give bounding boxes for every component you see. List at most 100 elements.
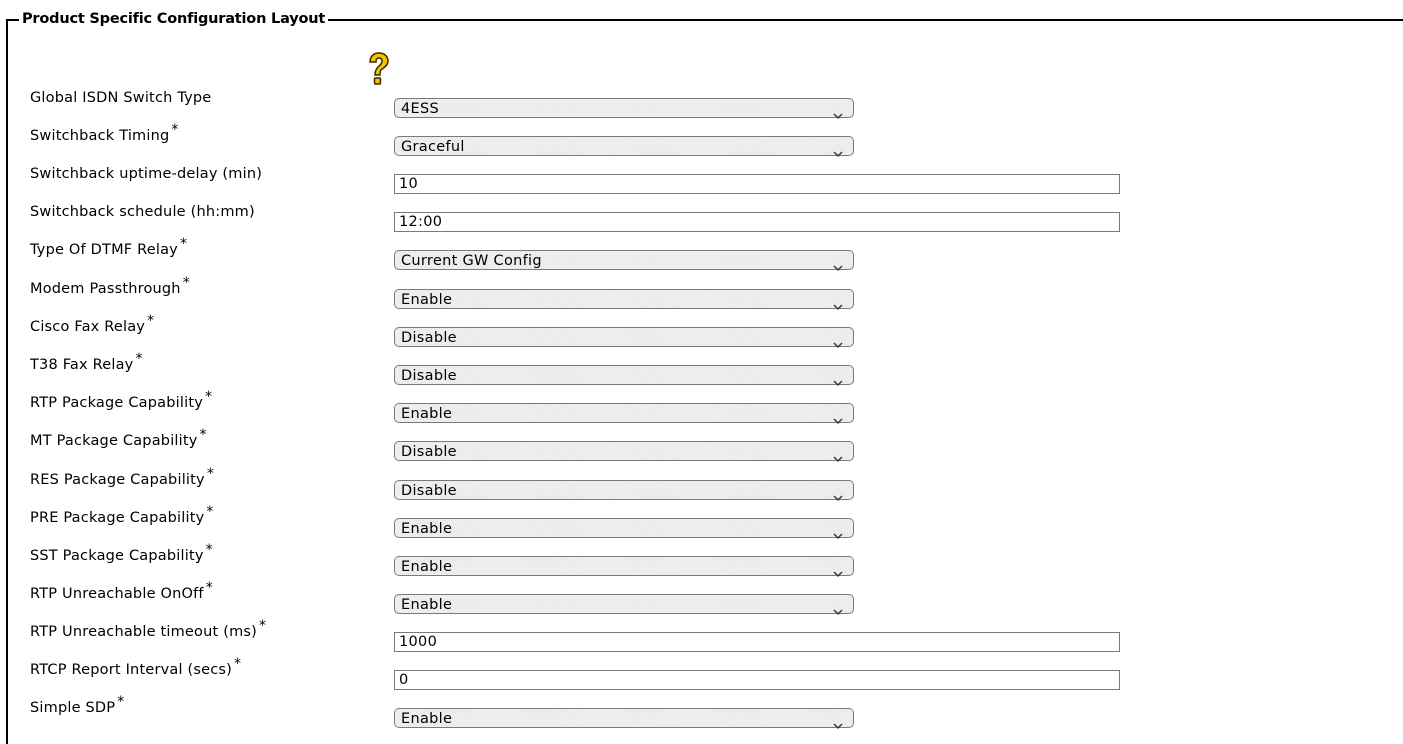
field-label: Cisco Fax Relay * — [30, 314, 154, 337]
chevron-down-icon — [833, 296, 843, 310]
field-label-text: T38 Fax Relay — [30, 357, 134, 373]
field-label-text: Type Of DTMF Relay — [30, 242, 178, 258]
field-row-type-of-dtmf-relay: Type Of DTMF Relay * Current GW Config — [30, 237, 1130, 280]
required-asterisk: * — [179, 236, 188, 253]
chevron-down-icon — [833, 410, 843, 424]
field-row-cisco-fax-relay: Cisco Fax Relay * Disable — [30, 314, 1130, 357]
modem-passthrough-select[interactable]: Enable — [394, 289, 854, 310]
field-label: MT Package Capability * — [30, 428, 207, 451]
selected-value: Enable — [401, 711, 453, 727]
chevron-down-icon — [833, 487, 843, 501]
field-label-text: RTCP Report Interval (secs) — [30, 662, 233, 678]
field-label-text: Switchback schedule (hh:mm) — [30, 204, 255, 220]
sst-package-capability-select[interactable]: Enable — [394, 556, 854, 577]
field-label: RTP Unreachable OnOff * — [30, 581, 213, 604]
required-asterisk: * — [205, 389, 213, 406]
required-asterisk: * — [147, 313, 155, 330]
selected-value: 4ESS — [401, 101, 439, 117]
selected-value: Enable — [401, 406, 453, 422]
field-label-text: Cisco Fax Relay — [30, 319, 146, 335]
field-label: RTCP Report Interval (secs) * — [30, 657, 241, 680]
chevron-down-icon — [833, 525, 843, 539]
field-row-simple-sdp: Simple SDP * Enable — [30, 695, 1130, 738]
field-label-text: SST Package Capability — [30, 548, 204, 564]
mt-package-capability-select[interactable]: Disable — [394, 441, 854, 462]
field-row-sst-package-capability: SST Package Capability * Enable — [30, 543, 1130, 586]
section-title: Product Specific Configuration Layout — [19, 9, 329, 29]
required-asterisk: * — [199, 427, 207, 444]
selected-value: Disable — [401, 483, 457, 499]
rtp-package-capability-select[interactable]: Enable — [394, 403, 854, 424]
rtp-unreachable-onoff-select[interactable]: Enable — [394, 594, 854, 615]
t38-fax-relay-select[interactable]: Disable — [394, 365, 854, 386]
field-row-modem-passthrough: Modem Passthrough * Enable — [30, 276, 1130, 319]
required-asterisk: * — [117, 694, 125, 711]
selected-value: Enable — [401, 597, 453, 613]
field-label: SST Package Capability * — [30, 543, 213, 566]
switchback-schedule-hh-mm-input[interactable] — [394, 212, 1120, 232]
field-label-text: Switchback Timing — [30, 128, 170, 144]
switchback-uptime-delay-min-input[interactable] — [394, 174, 1120, 194]
chevron-down-icon — [833, 143, 843, 157]
field-label: Switchback schedule (hh:mm) — [30, 202, 255, 222]
selected-value: Enable — [401, 521, 453, 537]
required-asterisk: * — [182, 275, 190, 292]
pre-package-capability-select[interactable]: Enable — [394, 518, 854, 539]
field-row-pre-package-capability: PRE Package Capability * Enable — [30, 505, 1130, 548]
global-isdn-switch-type-select[interactable]: 4ESS — [394, 98, 854, 119]
field-label-text: RTP Unreachable OnOff — [30, 586, 204, 602]
field-row-rtp-package-capability: RTP Package Capability * Enable — [30, 390, 1130, 433]
required-asterisk: * — [171, 122, 179, 139]
field-label-text: Global ISDN Switch Type — [30, 90, 212, 106]
chevron-down-icon — [833, 372, 843, 386]
field-label: RTP Unreachable timeout (ms) * — [30, 619, 266, 642]
rtp-unreachable-timeout-ms-input[interactable] — [394, 632, 1120, 652]
res-package-capability-select[interactable]: Disable — [394, 480, 854, 501]
field-label-text: RTP Package Capability — [30, 395, 203, 411]
help-question-icon[interactable] — [366, 52, 390, 86]
chevron-down-icon — [833, 601, 843, 615]
required-asterisk: * — [259, 618, 267, 635]
field-label: Modem Passthrough * — [30, 276, 190, 299]
field-label: RTP Package Capability * — [30, 390, 212, 413]
chevron-down-icon — [833, 257, 843, 271]
switchback-timing-select[interactable]: Graceful — [394, 136, 854, 157]
field-row-switchback-schedule-hh-mm: Switchback schedule (hh:mm) — [30, 204, 1130, 242]
rtcp-report-interval-secs-input[interactable] — [394, 670, 1120, 690]
field-row-mt-package-capability: MT Package Capability * Disable — [30, 428, 1130, 471]
field-label-text: Modem Passthrough — [30, 281, 181, 297]
field-label-text: RES Package Capability — [30, 472, 205, 488]
field-label-text: PRE Package Capability — [30, 510, 205, 526]
required-asterisk: * — [206, 466, 215, 483]
chevron-down-icon — [833, 105, 843, 119]
selected-value: Enable — [401, 292, 453, 308]
field-label: Global ISDN Switch Type — [30, 88, 211, 108]
field-row-rtp-unreachable-timeout-ms: RTP Unreachable timeout (ms) * — [30, 619, 1130, 662]
cisco-fax-relay-select[interactable]: Disable — [394, 327, 854, 348]
selected-value: Current GW Config — [401, 253, 542, 269]
field-label-text: Simple SDP — [30, 700, 116, 716]
selected-value: Enable — [401, 559, 453, 575]
chevron-down-icon — [833, 715, 843, 729]
field-label-text: MT Package Capability — [30, 433, 198, 449]
fieldset-border-left — [6, 19, 8, 744]
field-row-global-isdn-switch-type: Global ISDN Switch Type 4ESS — [30, 90, 1130, 128]
simple-sdp-select[interactable]: Enable — [394, 708, 854, 729]
field-row-rtp-unreachable-onoff: RTP Unreachable OnOff * Enable — [30, 581, 1130, 624]
selected-value: Graceful — [401, 139, 465, 155]
field-row-switchback-uptime-delay-min: Switchback uptime-delay (min) — [30, 166, 1130, 204]
field-row-res-package-capability: RES Package Capability * Disable — [30, 467, 1130, 510]
required-asterisk: * — [234, 656, 242, 673]
field-row-t38-fax-relay: T38 Fax Relay * Disable — [30, 352, 1130, 395]
field-label: Switchback Timing * — [30, 123, 179, 146]
selected-value: Disable — [401, 368, 457, 384]
chevron-down-icon — [833, 563, 843, 577]
type-of-dtmf-relay-select[interactable]: Current GW Config — [394, 250, 854, 271]
field-label: T38 Fax Relay * — [30, 352, 143, 375]
required-asterisk: * — [206, 504, 214, 521]
field-label: Simple SDP * — [30, 695, 124, 718]
chevron-down-icon — [833, 334, 843, 348]
field-row-rtcp-report-interval-secs: RTCP Report Interval (secs) * — [30, 657, 1130, 700]
field-label-text: Switchback uptime-delay (min) — [30, 166, 263, 182]
chevron-down-icon — [833, 448, 843, 462]
